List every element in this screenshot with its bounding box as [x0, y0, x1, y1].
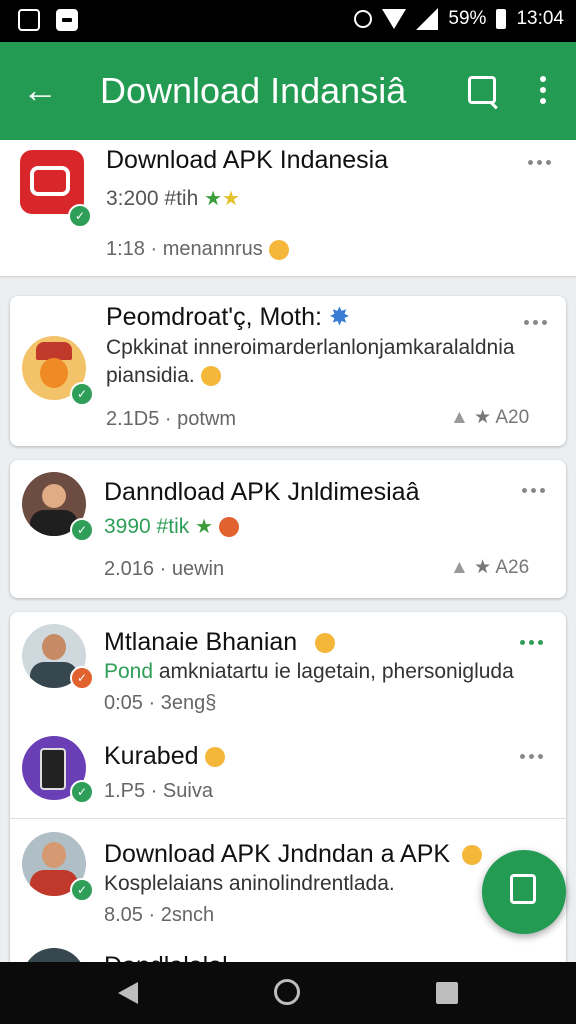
list-item[interactable]: ✓ Download APK Jndndan a APK Kosplelaian… — [10, 824, 566, 934]
nav-back-icon[interactable] — [118, 982, 138, 1004]
item-subtitle: 3990 #tik ★ — [104, 514, 240, 539]
list-item[interactable]: ✓ Danndload APK Jnldimesiaâ 3990 #tik ★ … — [10, 460, 566, 598]
overflow-menu-icon[interactable] — [540, 76, 548, 104]
share-fab-button[interactable] — [482, 850, 566, 934]
rating: ▲ ★ A20 — [450, 407, 530, 428]
verified-icon: ✓ — [70, 382, 94, 406]
item-subtitle: 3:200 #tih ★★ — [106, 187, 240, 210]
list-item[interactable]: ✓ Mtlanaie Bhanian Pond amkniatartu ie l… — [10, 612, 566, 714]
more-options-icon[interactable] — [524, 320, 547, 325]
status-right: 59% 13:04 — [354, 8, 564, 30]
item-title: Peomdroat'ç, Moth: ✸ — [106, 303, 350, 331]
list-item[interactable]: ✓ Kurabed 1.P5 · Suiva — [10, 724, 566, 814]
battery-icon — [496, 9, 507, 29]
wifi-icon — [382, 9, 407, 29]
verified-icon: ✓ — [70, 518, 94, 542]
verified-icon: ✓ — [70, 878, 94, 902]
messenger-icon — [56, 9, 78, 31]
item-meta: 8.05 · 2snch — [104, 904, 215, 926]
cell-signal-icon — [416, 8, 439, 30]
alarm-icon — [354, 10, 373, 28]
status-bar: 59% 13:04 — [0, 0, 576, 42]
item-description: Cpkkinat inneroimarderlanlonjamkaralaldn… — [106, 336, 515, 359]
item-description: Kosplelaians aninolindrentlada. — [104, 872, 395, 895]
battery-percent: 59% — [448, 8, 487, 29]
rating: ▲ ★ A26 — [450, 557, 530, 578]
nav-recents-icon[interactable] — [436, 982, 458, 1004]
notification-icon — [18, 9, 40, 31]
more-options-icon[interactable] — [528, 160, 551, 165]
verified-icon: ✓ — [70, 666, 94, 690]
item-title: Download APK Jndndan a APK — [104, 840, 483, 869]
search-icon[interactable] — [468, 76, 496, 104]
item-meta: 1.P5 · Suiva — [104, 780, 213, 802]
verified-icon: ✓ — [70, 780, 94, 804]
item-meta: 0:05 · 3eng§ — [104, 692, 217, 714]
item-description: Pond amkniatartu ie lagetain, phersonigl… — [104, 660, 514, 683]
nav-home-icon[interactable] — [274, 979, 300, 1005]
item-meta: 2.1D5 · potwm — [106, 408, 237, 430]
list-item[interactable]: ✓ Download APK Indanesia 3:200 #tih ★★ 1… — [0, 140, 576, 276]
item-title: Download APK Indanesia — [106, 146, 389, 174]
system-nav-bar — [0, 962, 576, 1024]
back-arrow-icon[interactable]: ← — [22, 72, 58, 108]
more-options-icon[interactable] — [520, 640, 543, 645]
item-title: Mtlanaie Bhanian — [104, 628, 336, 657]
item-description-cont: piansidia. — [106, 364, 221, 388]
item-title: Kurabed — [104, 742, 225, 771]
share-icon — [510, 874, 536, 904]
list-item[interactable]: ✓ Peomdroat'ç, Moth: ✸ Cpkkinat inneroim… — [10, 296, 566, 446]
divider — [10, 818, 566, 819]
list-card: ✓ Mtlanaie Bhanian Pond amkniatartu ie l… — [10, 612, 566, 964]
item-title: Danndload APK Jnldimesiaâ — [104, 478, 420, 506]
page-title: Download Indansiâ — [100, 70, 407, 111]
item-meta: 2.016 · uewin — [104, 558, 225, 580]
more-options-icon[interactable] — [522, 488, 545, 493]
item-meta: 1:18 · menannrus — [106, 238, 289, 261]
list-item[interactable]: Dandlalalal — [10, 944, 566, 964]
clock: 13:04 — [516, 8, 564, 29]
status-left-icons — [18, 9, 78, 31]
more-options-icon[interactable] — [520, 754, 543, 759]
app-bar: ← Download Indansiâ — [0, 42, 576, 140]
verified-icon: ✓ — [68, 204, 92, 228]
